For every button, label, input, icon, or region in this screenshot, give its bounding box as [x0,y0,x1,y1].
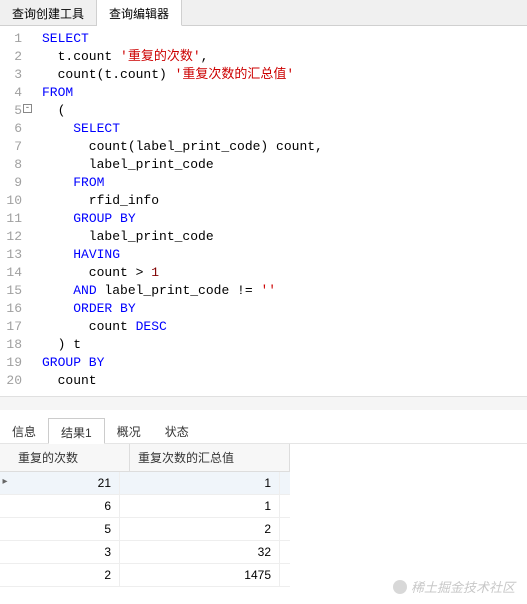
row-pointer-icon: ▸ [0,472,10,494]
line-number: 7 [0,138,22,156]
row-selector [0,564,10,586]
line-number: 11 [0,210,22,228]
line-number: 12 [0,228,22,246]
result-tab-bar: 信息 结果1 概况 状态 [0,418,527,444]
code-line: t.count '重复的次数', [42,48,527,66]
cell[interactable]: 5 [10,518,120,540]
grid-header: 重复的次数 重复次数的汇总值 [0,444,290,472]
code-line: count [42,372,527,390]
code-line: ) t [42,336,527,354]
cell[interactable]: 1475 [120,564,280,586]
tab-overview[interactable]: 概况 [105,418,153,443]
code-line: GROUP BY [42,354,527,372]
code-line: HAVING [42,246,527,264]
horizontal-scrollbar[interactable] [0,396,527,410]
code-line: label_print_code [42,156,527,174]
line-number: 4 [0,84,22,102]
line-number: 15 [0,282,22,300]
line-number: 16 [0,300,22,318]
line-number: 19 [0,354,22,372]
code-content[interactable]: SELECT t.count '重复的次数', count(t.count) '… [28,30,527,390]
code-line: count DESC [42,318,527,336]
line-number: 6 [0,120,22,138]
line-number: 2 [0,48,22,66]
code-line: SELECT [42,120,527,138]
cell[interactable]: 2 [10,564,120,586]
cell[interactable]: 6 [10,495,120,517]
code-line: label_print_code [42,228,527,246]
line-number: 14 [0,264,22,282]
result-grid: 重复的次数 重复次数的汇总值 ▸ 21 1 6 1 5 2 3 32 2 147… [0,444,290,587]
fold-minus-icon[interactable]: - [23,104,32,113]
tab-query-editor[interactable]: 查询编辑器 [97,0,182,26]
cell[interactable]: 1 [120,472,280,494]
line-number: 10 [0,192,22,210]
table-row[interactable]: 2 1475 [0,564,290,587]
code-line: ORDER BY [42,300,527,318]
row-selector [0,495,10,517]
code-line: FROM [42,84,527,102]
tab-status[interactable]: 状态 [153,418,201,443]
table-row[interactable]: ▸ 21 1 [0,472,290,495]
cell[interactable]: 21 [10,472,120,494]
code-line: count(t.count) '重复次数的汇总值' [42,66,527,84]
line-number: 1 [0,30,22,48]
line-gutter: 1 2 3 4 5- 6 7 8 9 10 11 12 13 14 15 16 … [0,30,28,390]
grid-body: ▸ 21 1 6 1 5 2 3 32 2 1475 [0,472,290,587]
column-header-a[interactable]: 重复的次数 [10,444,130,471]
watermark: 稀土掘金技术社区 [393,577,515,596]
row-selector-header [0,444,10,471]
tab-info[interactable]: 信息 [0,418,48,443]
line-number: 17 [0,318,22,336]
code-line: ( [42,102,527,120]
code-line: GROUP BY [42,210,527,228]
cell[interactable]: 1 [120,495,280,517]
watermark-logo-icon [393,580,407,594]
row-selector [0,518,10,540]
table-row[interactable]: 3 32 [0,541,290,564]
line-number: 20 [0,372,22,390]
table-row[interactable]: 5 2 [0,518,290,541]
watermark-text: 稀土掘金技术社区 [411,577,515,596]
line-number: 18 [0,336,22,354]
table-row[interactable]: 6 1 [0,495,290,518]
code-line: FROM [42,174,527,192]
code-line: count(label_print_code) count, [42,138,527,156]
line-number: 13 [0,246,22,264]
column-header-b[interactable]: 重复次数的汇总值 [130,444,290,471]
code-line: SELECT [42,30,527,48]
tab-result1[interactable]: 结果1 [48,418,105,444]
line-number: 5- [0,102,22,120]
row-selector [0,541,10,563]
code-line: AND label_print_code != '' [42,282,527,300]
code-line: rfid_info [42,192,527,210]
line-number: 3 [0,66,22,84]
line-number: 9 [0,174,22,192]
code-editor[interactable]: 1 2 3 4 5- 6 7 8 9 10 11 12 13 14 15 16 … [0,26,527,390]
cell[interactable]: 3 [10,541,120,563]
line-number: 8 [0,156,22,174]
cell[interactable]: 32 [120,541,280,563]
tab-query-builder[interactable]: 查询创建工具 [0,0,97,25]
cell[interactable]: 2 [120,518,280,540]
top-tab-bar: 查询创建工具 查询编辑器 [0,0,527,26]
code-line: count > 1 [42,264,527,282]
